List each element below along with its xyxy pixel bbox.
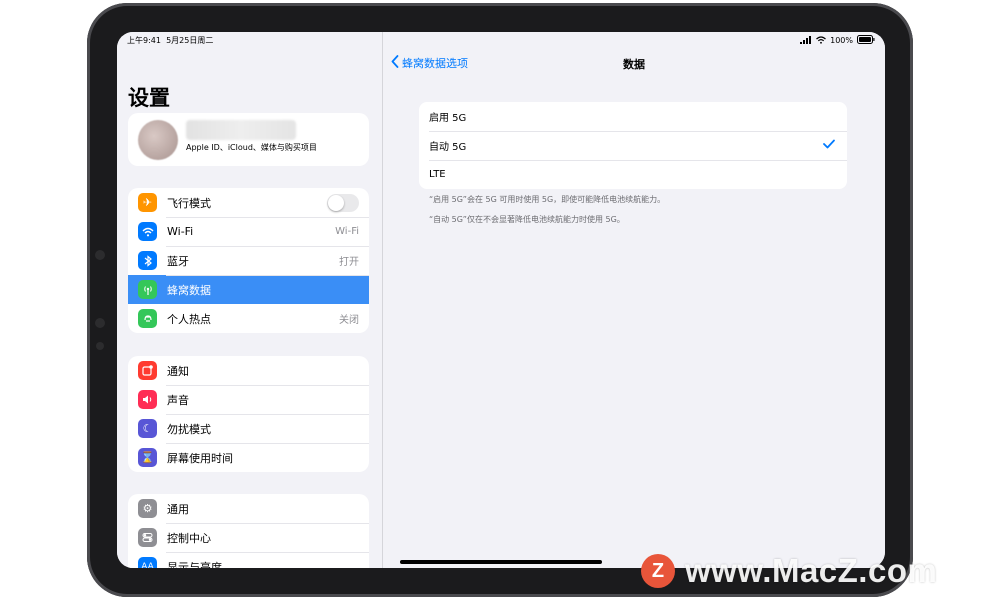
footnote-5g-on: “启用 5G”会在 5G 可用时使用 5G，即使可能降低电池续航能力。 bbox=[429, 195, 666, 204]
side-button bbox=[95, 318, 105, 328]
sidebar-item-hotspot[interactable]: 个人热点 关闭 bbox=[128, 304, 369, 333]
gear-icon: ⚙ bbox=[138, 499, 157, 518]
sidebar-item-bluetooth[interactable]: 蓝牙 打开 bbox=[128, 246, 369, 275]
battery-percent: 100% bbox=[830, 36, 853, 45]
sidebar-item-do-not-disturb[interactable]: ☾ 勿扰模式 bbox=[128, 414, 369, 443]
sidebar-item-control-center[interactable]: 控制中心 bbox=[128, 523, 369, 552]
footnote-5g-auto: “自动 5G”仅在不会显著降低电池续航能力时使用 5G。 bbox=[429, 215, 625, 224]
sound-icon bbox=[138, 390, 157, 409]
sidebar-item-label: 声音 bbox=[167, 393, 189, 407]
apple-id-card[interactable]: Apple ID、iCloud、媒体与购买项目 bbox=[128, 113, 369, 166]
wifi-icon bbox=[138, 222, 157, 241]
sidebar-title: 设置 bbox=[128, 86, 170, 110]
home-indicator[interactable] bbox=[400, 560, 602, 564]
sidebar-item-sounds[interactable]: 声音 bbox=[128, 385, 369, 414]
sidebar-item-notifications[interactable]: 通知 bbox=[128, 356, 369, 385]
control-center-icon bbox=[138, 528, 157, 547]
page-title: 数据 bbox=[623, 58, 645, 71]
display-icon: AA bbox=[138, 557, 157, 568]
bluetooth-value: 打开 bbox=[339, 257, 359, 268]
hotspot-value: 关闭 bbox=[339, 315, 359, 326]
sidebar-item-airplane-mode[interactable]: ✈ 飞行模式 bbox=[128, 188, 369, 217]
battery-icon bbox=[857, 35, 875, 46]
sidebar-item-label: 通用 bbox=[167, 502, 189, 516]
sidebar-item-label: 蜂窝数据 bbox=[167, 283, 211, 297]
sidebar-item-screen-time[interactable]: ⌛ 屏幕使用时间 bbox=[128, 443, 369, 472]
signal-icon bbox=[800, 35, 812, 46]
status-date: 5月25日周二 bbox=[166, 36, 214, 45]
sidebar-item-label: 显示与亮度 bbox=[167, 560, 222, 569]
status-clock: 上午9:41 bbox=[127, 36, 161, 45]
side-button bbox=[96, 342, 104, 350]
settings-group-general: ⚙ 通用 控制中心 AA 显示与亮度 bbox=[128, 494, 369, 568]
status-indicators: 100% bbox=[800, 35, 875, 46]
hourglass-icon: ⌛ bbox=[138, 448, 157, 467]
watermark-logo: Z bbox=[641, 554, 675, 588]
sidebar-item-label: 个人热点 bbox=[167, 312, 211, 326]
airplane-mode-toggle[interactable] bbox=[327, 193, 359, 212]
option-label: LTE bbox=[429, 169, 446, 180]
option-5g-on[interactable]: 启用 5G bbox=[419, 102, 847, 131]
option-label: 启用 5G bbox=[429, 113, 467, 124]
sidebar-item-label: Wi-Fi bbox=[167, 225, 194, 238]
status-bar: 上午9:41 5月25日周二 100% bbox=[117, 32, 885, 48]
notifications-icon bbox=[138, 361, 157, 380]
airplane-icon: ✈ bbox=[138, 193, 157, 212]
option-label: 自动 5G bbox=[429, 142, 467, 153]
sidebar-item-label: 蓝牙 bbox=[167, 254, 189, 268]
detail-pane: 蜂窝数据选项 数据 启用 5G 自动 5G LTE “启用 5G”会在 5G 可… bbox=[383, 32, 885, 568]
wifi-status-icon bbox=[816, 35, 827, 46]
status-time: 上午9:41 5月25日周二 bbox=[127, 35, 213, 46]
checkmark-icon bbox=[823, 138, 835, 153]
avatar bbox=[138, 120, 178, 160]
sidebar-item-label: 勿扰模式 bbox=[167, 422, 211, 436]
watermark: Z www.MacZ.com bbox=[641, 552, 937, 590]
data-options-list: 启用 5G 自动 5G LTE bbox=[419, 102, 847, 189]
settings-sidebar: 设置 Apple ID、iCloud、媒体与购买项目 ✈ 飞行模式 Wi-Fi … bbox=[117, 32, 383, 568]
sidebar-item-label: 通知 bbox=[167, 364, 189, 378]
cellular-icon bbox=[138, 280, 157, 299]
option-lte[interactable]: LTE bbox=[419, 160, 847, 189]
moon-icon: ☾ bbox=[138, 419, 157, 438]
sidebar-item-label: 屏幕使用时间 bbox=[167, 451, 233, 465]
option-5g-auto[interactable]: 自动 5G bbox=[419, 131, 847, 160]
sidebar-item-general[interactable]: ⚙ 通用 bbox=[128, 494, 369, 523]
sidebar-item-wifi[interactable]: Wi-Fi Wi-Fi bbox=[128, 217, 369, 246]
profile-name-blurred bbox=[186, 120, 296, 140]
bluetooth-icon bbox=[138, 251, 157, 270]
ipad-screen: 设置 Apple ID、iCloud、媒体与购买项目 ✈ 飞行模式 Wi-Fi … bbox=[117, 32, 885, 568]
watermark-text: www.MacZ.com bbox=[685, 552, 938, 589]
wifi-value: Wi-Fi bbox=[335, 226, 359, 237]
profile-subtitle: Apple ID、iCloud、媒体与购买项目 bbox=[186, 143, 317, 152]
hotspot-icon bbox=[138, 309, 157, 328]
sidebar-item-display[interactable]: AA 显示与亮度 bbox=[128, 552, 369, 568]
settings-group-notifications: 通知 声音 ☾ 勿扰模式 ⌛ 屏幕使用时间 bbox=[128, 356, 369, 472]
sidebar-item-label: 飞行模式 bbox=[167, 196, 211, 210]
side-camera-dot bbox=[95, 250, 105, 260]
sidebar-item-cellular[interactable]: 蜂窝数据 bbox=[128, 275, 369, 304]
settings-group-connectivity: ✈ 飞行模式 Wi-Fi Wi-Fi 蓝牙 打开 蜂窝数据 个人热点 关闭 bbox=[128, 188, 369, 333]
sidebar-item-label: 控制中心 bbox=[167, 531, 211, 545]
